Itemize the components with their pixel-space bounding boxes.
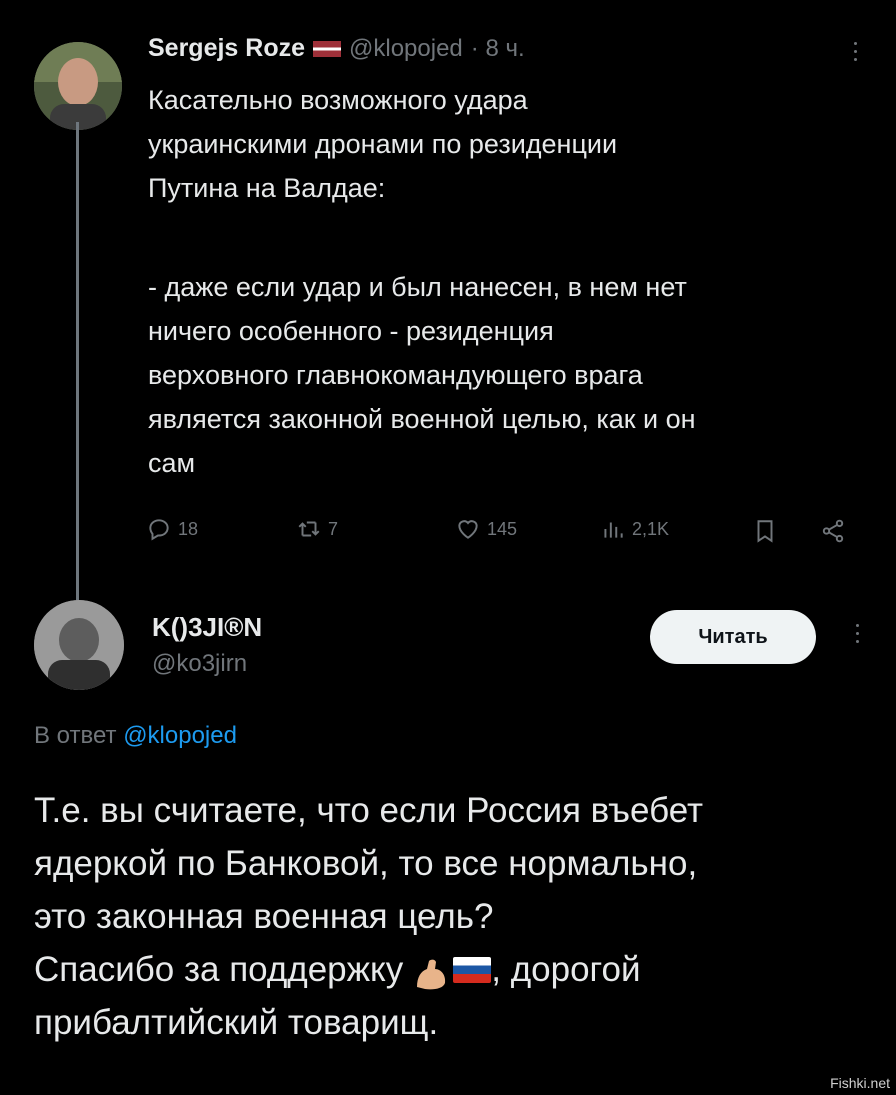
reply-action[interactable]: 18 xyxy=(146,516,198,542)
reply-line-4-end: , дорогой xyxy=(491,950,641,989)
author-handle[interactable]: @klopojed xyxy=(349,35,463,63)
reply-line-5: прибалтийский товарищ. xyxy=(34,1003,439,1042)
reply-count: 18 xyxy=(178,518,199,539)
author-name[interactable]: Sergejs Roze xyxy=(148,34,305,63)
share-icon[interactable] xyxy=(820,518,846,544)
in-reply-to: В ответ @klopojed xyxy=(34,722,237,750)
retweet-action[interactable]: 7 xyxy=(296,516,338,542)
reply-icon xyxy=(149,519,169,541)
flexed-biceps-emoji xyxy=(413,953,449,989)
reply-line-3: это законная военная цель? xyxy=(34,897,494,936)
russia-flag-emoji xyxy=(453,956,492,983)
reply-text: Т.е. вы считаете, что если Россия въебет… xyxy=(34,784,874,1049)
reply-author-name[interactable]: K()3JI®N xyxy=(152,612,262,643)
latvia-flag-emoji xyxy=(313,40,342,57)
more-icon[interactable] xyxy=(850,42,860,61)
like-action[interactable]: 145 xyxy=(455,516,517,542)
author-avatar[interactable] xyxy=(34,42,122,130)
views-icon xyxy=(604,522,623,538)
views-action[interactable]: 2,1K xyxy=(600,516,669,542)
watermark: Fishki.net xyxy=(830,1075,890,1091)
tweet-text-intro: Касательно возможного удара украинскими … xyxy=(148,85,618,203)
thread-line xyxy=(76,122,79,602)
tweet-text-body: - даже если удар и был нанесен, в нем не… xyxy=(148,272,696,478)
reply-more-icon[interactable] xyxy=(852,624,862,643)
views-count: 2,1K xyxy=(632,518,670,539)
reply-author-handle[interactable]: @ko3jirn xyxy=(152,650,247,678)
like-count: 145 xyxy=(487,518,518,539)
tweet-time[interactable]: · 8 ч. xyxy=(471,35,525,63)
tweet-header: Sergejs Roze @klopojed · 8 ч. xyxy=(148,34,525,63)
reply-line-1: Т.е. вы считаете, что если Россия въебет xyxy=(34,791,704,830)
retweet-count: 7 xyxy=(328,518,339,539)
follow-button[interactable]: Читать xyxy=(650,610,816,664)
retweet-icon xyxy=(298,521,320,537)
reply-line-4: Спасибо за поддержку , дорогой xyxy=(34,943,874,996)
reply-author-avatar[interactable] xyxy=(34,600,124,690)
reply-line-4-start: Спасибо за поддержку xyxy=(34,950,404,989)
in-reply-handle-link[interactable]: @klopojed xyxy=(123,722,237,749)
like-icon xyxy=(458,520,478,539)
reply-line-2: ядеркой по Банковой, то все нормально, xyxy=(34,844,698,883)
bookmark-icon[interactable] xyxy=(752,518,778,544)
in-reply-prefix: В ответ xyxy=(34,722,117,749)
